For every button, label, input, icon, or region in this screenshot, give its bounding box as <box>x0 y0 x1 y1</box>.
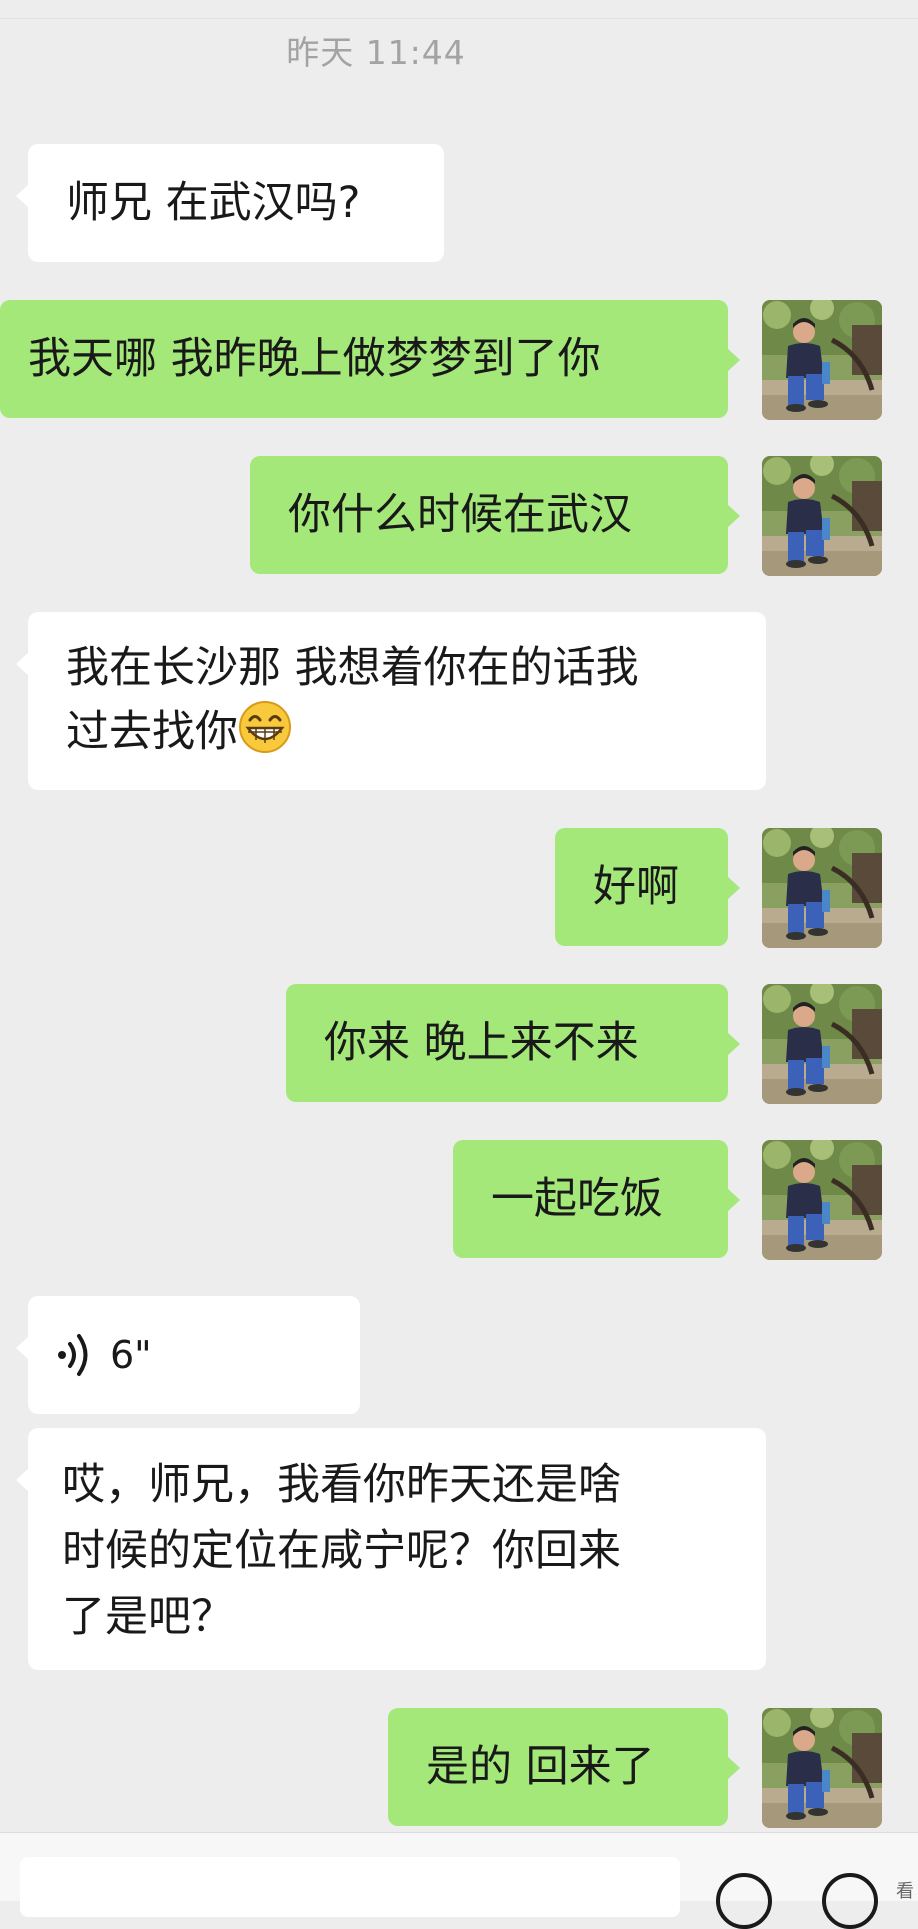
message-text: 一起吃饭 <box>491 1174 663 1224</box>
outgoing-message-bubble[interactable]: 你来 晚上来不来 <box>286 984 740 1102</box>
outgoing-message-bubble[interactable]: 我天哪 我昨晚上做梦梦到了你 <box>0 300 740 418</box>
avatar-photo-icon <box>762 984 882 1104</box>
voice-message-bubble[interactable]: 6" <box>16 1296 360 1414</box>
incoming-message-bubble[interactable]: 哎，师兄，我看你昨天还是啥 时候的定位在咸宁呢？你回来 了是吧？ <box>16 1428 766 1670</box>
input-toolbar: 看 <box>0 1832 918 1929</box>
user-avatar[interactable] <box>762 1708 882 1828</box>
message-input[interactable] <box>20 1857 680 1917</box>
outgoing-message-bubble[interactable]: 是的 回来了 <box>388 1708 740 1826</box>
avatar-photo-icon <box>762 828 882 948</box>
avatar-photo-icon <box>762 1708 882 1828</box>
message-text: 好啊 <box>593 862 679 912</box>
outgoing-message-bubble[interactable]: 一起吃饭 <box>453 1140 740 1258</box>
incoming-message-bubble[interactable]: 我在长沙那 我想着你在的话我 过去找你 <box>16 612 766 790</box>
message-text: 我天哪 我昨晚上做梦梦到了你 <box>28 334 601 384</box>
message-timestamp: 昨天 11:44 <box>286 33 466 72</box>
emoji-button[interactable] <box>716 1873 772 1929</box>
outgoing-message-bubble[interactable]: 好啊 <box>555 828 740 946</box>
user-avatar[interactable] <box>762 984 882 1104</box>
avatar-photo-icon <box>762 1140 882 1260</box>
message-text-line: 了是吧？ <box>62 1592 234 1642</box>
message-text-line: 过去找你 <box>66 707 238 757</box>
message-text-line: 我在长沙那 我想着你在的话我 <box>66 643 639 693</box>
user-avatar[interactable] <box>762 300 882 420</box>
top-divider <box>0 18 918 19</box>
avatar-photo-icon <box>762 300 882 420</box>
incoming-message-bubble[interactable]: 师兄 在武汉吗? <box>16 144 444 262</box>
user-avatar[interactable] <box>762 1140 882 1260</box>
user-avatar[interactable] <box>762 828 882 948</box>
avatar-photo-icon <box>762 456 882 576</box>
message-text: 是的 回来了 <box>426 1742 655 1792</box>
message-text-line: 哎，师兄，我看你昨天还是啥 <box>62 1460 621 1510</box>
outgoing-message-bubble[interactable]: 你什么时候在武汉 <box>250 456 740 574</box>
voice-wave-icon <box>58 1334 88 1376</box>
message-text: 师兄 在武汉吗? <box>66 178 361 228</box>
voice-duration: 6" <box>110 1333 152 1377</box>
message-text: 你来 晚上来不来 <box>324 1018 639 1068</box>
message-text: 你什么时候在武汉 <box>288 490 632 540</box>
grinning-emoji-icon <box>239 701 291 753</box>
message-text-line: 时候的定位在咸宁呢？你回来 <box>62 1526 621 1576</box>
user-avatar[interactable] <box>762 456 882 576</box>
chat-area[interactable]: 昨天 11:44 师兄 在武汉吗? 我天哪 我昨晚上做梦梦到了你 你什么时候在武… <box>0 0 918 1832</box>
more-button[interactable] <box>822 1873 878 1929</box>
corner-label: 看 <box>896 1881 914 1902</box>
